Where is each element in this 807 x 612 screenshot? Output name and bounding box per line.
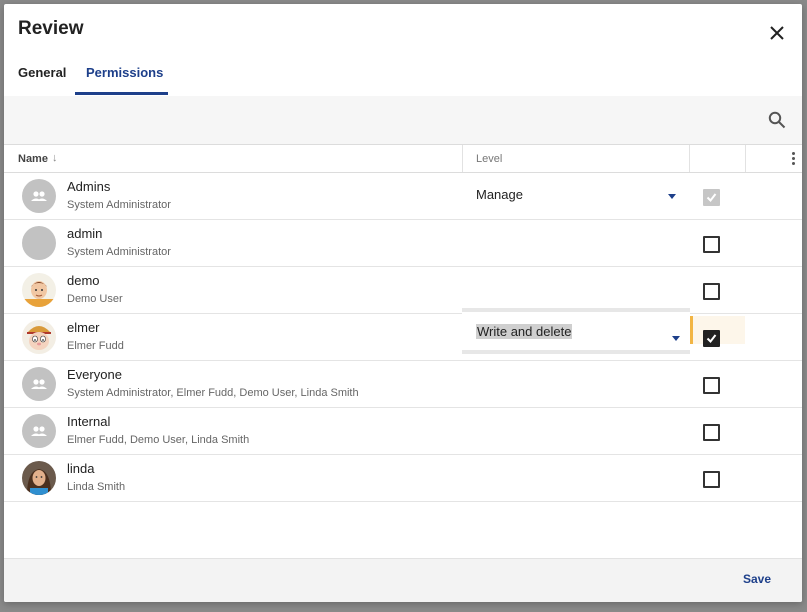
row-checkbox[interactable]	[703, 471, 720, 488]
chevron-down-icon[interactable]	[668, 194, 676, 199]
row-checkbox[interactable]	[703, 283, 720, 300]
column-header-level: Level	[476, 153, 503, 165]
elmer-avatar	[22, 320, 56, 354]
level-select[interactable]: Manage	[476, 187, 523, 202]
column-header-name[interactable]: Name	[18, 153, 48, 165]
row-name: Admins	[67, 179, 111, 194]
row-name: Internal	[67, 414, 111, 429]
dialog-footer	[4, 558, 802, 602]
search-icon[interactable]	[768, 111, 786, 129]
table-row[interactable]: demo Demo User	[4, 267, 802, 314]
row-name: demo	[67, 273, 100, 288]
row-checkbox[interactable]	[703, 330, 720, 347]
table-header: Name ↓ Level	[4, 145, 802, 173]
demo-avatar	[22, 273, 56, 307]
row-subtitle: Demo User	[67, 293, 123, 305]
blank-avatar	[22, 226, 56, 260]
row-name: elmer	[67, 320, 100, 335]
row-name: linda	[67, 461, 95, 476]
tab-general[interactable]: General	[18, 65, 66, 80]
sort-arrow-down-icon[interactable]: ↓	[52, 152, 58, 164]
dialog-title: Review	[18, 18, 84, 39]
row-subtitle: System Administrator	[67, 246, 171, 258]
group-icon	[22, 179, 56, 213]
level-value: Manage	[476, 187, 523, 202]
table-row[interactable]: admin System Administrator	[4, 220, 802, 267]
close-icon[interactable]	[767, 23, 787, 43]
table-row[interactable]: Internal Elmer Fudd, Demo User, Linda Sm…	[4, 408, 802, 455]
row-subtitle: System Administrator	[67, 199, 171, 211]
table-row[interactable]: elmer Elmer Fudd Write and delete	[4, 308, 802, 361]
chevron-down-icon[interactable]	[672, 336, 680, 341]
table-row[interactable]: Admins System Administrator Manage	[4, 173, 802, 220]
group-icon	[22, 367, 56, 401]
row-subtitle: System Administrator, Elmer Fudd, Demo U…	[67, 387, 359, 399]
level-value: Write and delete	[476, 324, 573, 339]
row-checkbox[interactable]	[703, 424, 720, 441]
level-select[interactable]: Write and delete	[462, 308, 690, 354]
column-divider	[689, 145, 690, 172]
row-checkbox[interactable]	[703, 236, 720, 253]
permissions-toolbar	[4, 96, 802, 145]
linda-avatar	[22, 461, 56, 495]
focus-indicator	[690, 316, 693, 344]
row-name: admin	[67, 226, 103, 241]
column-divider	[745, 145, 746, 172]
active-tab-indicator	[75, 92, 168, 95]
save-button[interactable]: Save	[743, 572, 771, 586]
row-subtitle: Elmer Fudd, Demo User, Linda Smith	[67, 434, 250, 446]
row-subtitle: Elmer Fudd	[67, 340, 124, 352]
row-subtitle: Linda Smith	[67, 481, 126, 493]
review-dialog: Review General Permissions Name ↓ Level …	[4, 4, 802, 602]
table-row[interactable]: Everyone System Administrator, Elmer Fud…	[4, 361, 802, 408]
tab-permissions[interactable]: Permissions	[86, 65, 163, 80]
column-menu-icon[interactable]	[789, 152, 797, 166]
table-row[interactable]: linda Linda Smith	[4, 455, 802, 502]
row-checkbox[interactable]	[703, 377, 720, 394]
row-name: Everyone	[67, 367, 122, 382]
row-checkbox	[703, 189, 720, 206]
group-icon	[22, 414, 56, 448]
column-divider	[462, 145, 463, 172]
